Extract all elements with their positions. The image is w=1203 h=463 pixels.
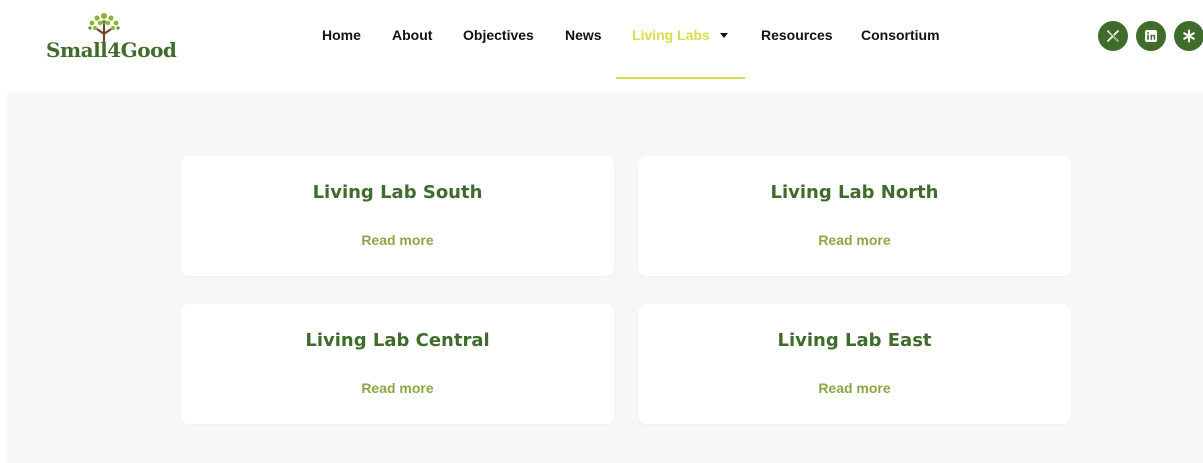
site-header: Small4Good Home About Objectives News Li… (0, 0, 1203, 93)
social-linkedin-button[interactable] (1136, 21, 1166, 51)
card-title: Living Lab East (777, 330, 932, 351)
nav-home[interactable]: Home (322, 27, 361, 43)
card-living-lab-central: Living Lab Central Read more (181, 304, 614, 424)
logo[interactable]: Small4Good (44, 10, 177, 66)
nav-consortium[interactable]: Consortium (861, 27, 940, 43)
brand-name: Small4Good (46, 38, 177, 62)
read-more-link[interactable]: Read more (638, 232, 1071, 248)
living-labs-section: Living Lab South Read more Living Lab No… (7, 93, 1203, 463)
social-x-button[interactable] (1098, 21, 1128, 51)
nav-objectives[interactable]: Objectives (463, 27, 534, 43)
card-living-lab-east: Living Lab East Read more (638, 304, 1071, 424)
card-title: Living Lab Central (305, 330, 490, 351)
chevron-down-icon (719, 33, 728, 38)
card-title: Living Lab South (312, 182, 483, 203)
read-more-link[interactable]: Read more (181, 232, 614, 248)
nav-living-labs[interactable]: Living Labs (632, 27, 728, 43)
x-icon (1106, 29, 1120, 43)
asterisk-icon (1183, 29, 1195, 43)
read-more-link[interactable]: Read more (638, 380, 1071, 396)
read-more-link[interactable]: Read more (181, 380, 614, 396)
linkedin-icon (1145, 30, 1157, 42)
active-nav-indicator (616, 77, 745, 79)
nav-news[interactable]: News (565, 27, 602, 43)
social-other-button[interactable] (1174, 21, 1203, 51)
nav-living-labs-label: Living Labs (632, 27, 710, 43)
nav-resources[interactable]: Resources (761, 27, 833, 43)
card-title: Living Lab North (770, 182, 939, 203)
card-living-lab-north: Living Lab North Read more (638, 156, 1071, 276)
card-living-lab-south: Living Lab South Read more (181, 156, 614, 276)
nav-about[interactable]: About (392, 27, 432, 43)
